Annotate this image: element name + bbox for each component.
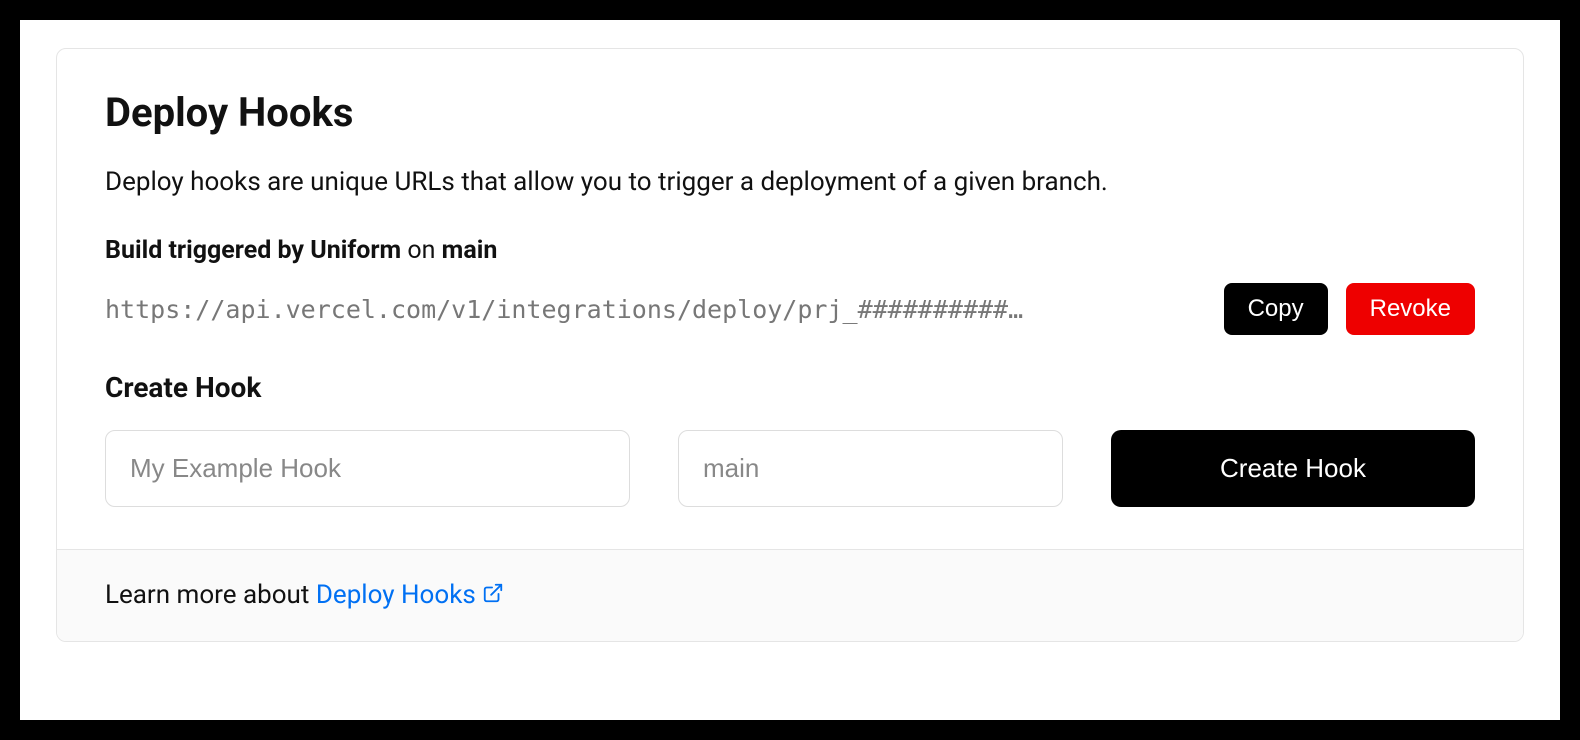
section-description: Deploy hooks are unique URLs that allow … <box>105 164 1475 200</box>
section-title: Deploy Hooks <box>105 89 1475 136</box>
create-hook-button[interactable]: Create Hook <box>1111 430 1475 507</box>
hook-branch-input[interactable] <box>678 430 1063 507</box>
hook-name: Build triggered by Uniform <box>105 236 401 265</box>
external-link-icon <box>482 581 504 611</box>
hook-label-separator: on <box>401 236 441 265</box>
create-hook-title: Create Hook <box>105 371 1475 404</box>
create-hook-row: Create Hook <box>105 430 1475 507</box>
hook-label: Build triggered by Uniform on main <box>105 236 1475 265</box>
revoke-button[interactable]: Revoke <box>1346 283 1475 335</box>
hook-url: https://api.vercel.com/v1/integrations/d… <box>105 295 1206 324</box>
link-text: Deploy Hooks <box>316 580 476 610</box>
copy-button[interactable]: Copy <box>1224 283 1328 335</box>
hook-branch: main <box>442 236 498 265</box>
card-body: Deploy Hooks Deploy hooks are unique URL… <box>57 49 1523 549</box>
hook-row: https://api.vercel.com/v1/integrations/d… <box>105 283 1475 335</box>
footer-text: Learn more about <box>105 580 316 610</box>
deploy-hooks-card: Deploy Hooks Deploy hooks are unique URL… <box>56 48 1524 642</box>
hook-name-input[interactable] <box>105 430 630 507</box>
card-footer: Learn more about Deploy Hooks <box>57 549 1523 641</box>
deploy-hooks-link[interactable]: Deploy Hooks <box>316 580 504 610</box>
